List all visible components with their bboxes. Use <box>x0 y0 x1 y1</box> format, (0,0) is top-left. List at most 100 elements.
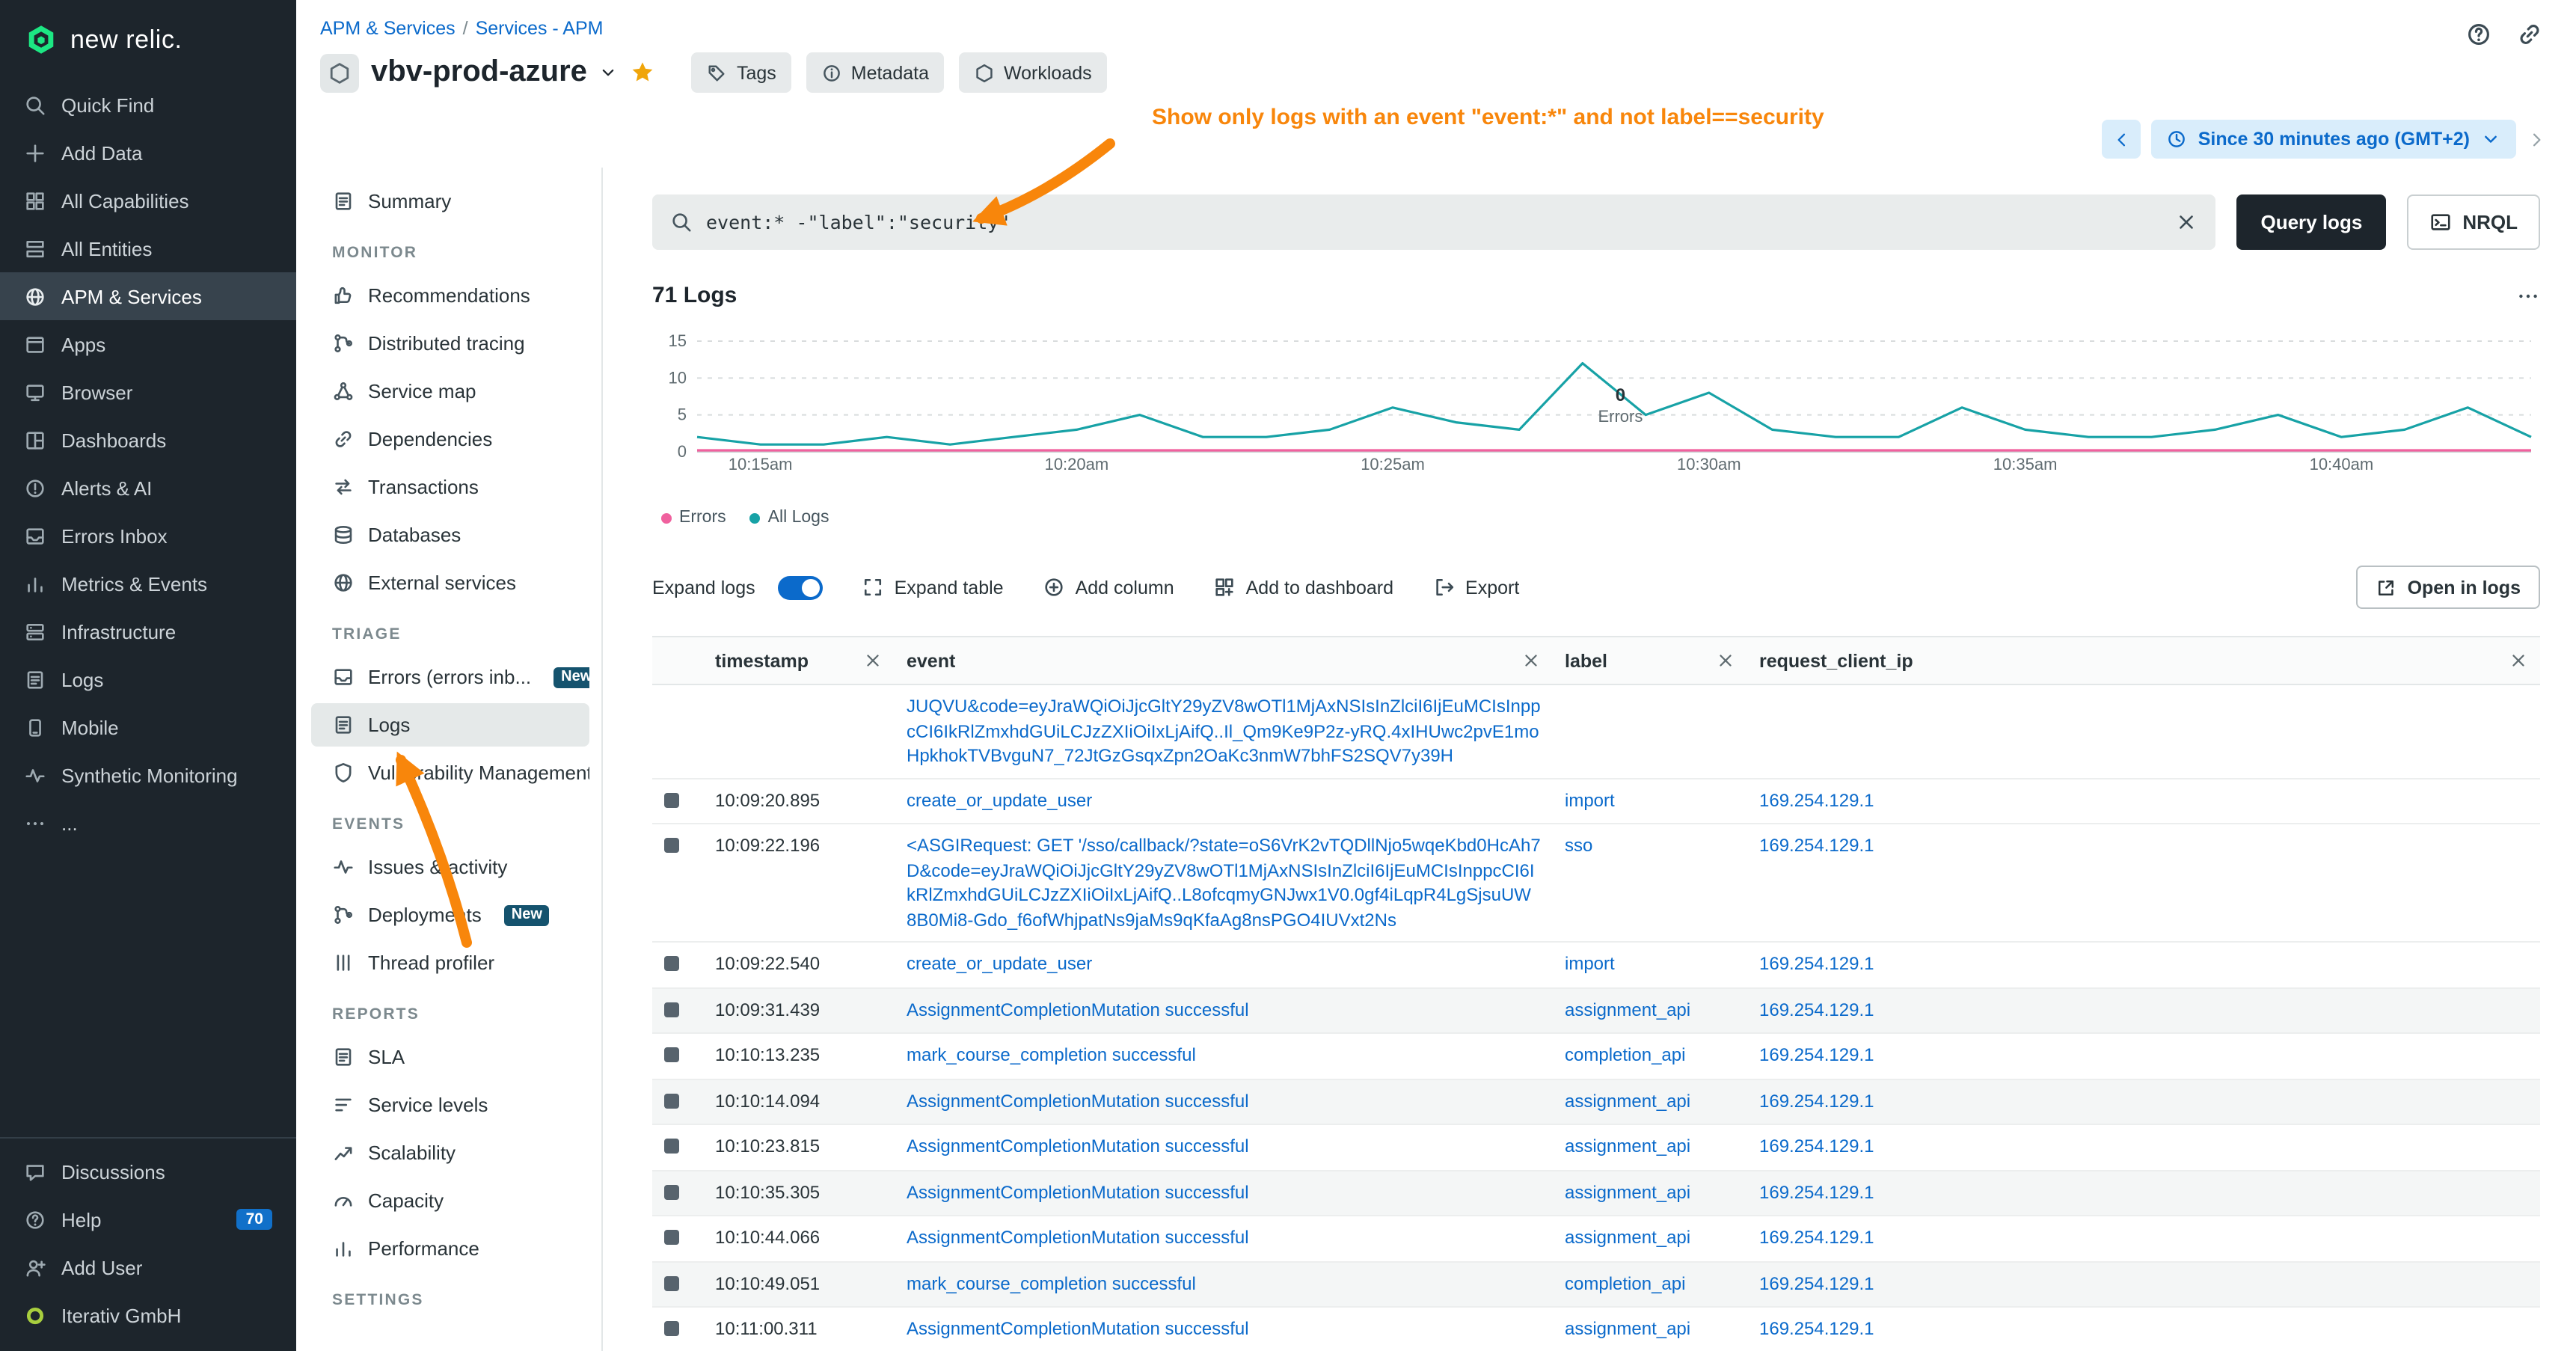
rail-item-apm-services[interactable]: APM & Services <box>0 272 296 320</box>
cell-event[interactable]: mark_course_completion successful <box>895 1261 1553 1307</box>
rail-item-dashboards[interactable]: Dashboards <box>0 416 296 464</box>
cell-event[interactable]: AssignmentCompletionMutation successful <box>895 987 1553 1033</box>
rail-item-synthetic-monitoring[interactable]: Synthetic Monitoring <box>0 751 296 799</box>
cell-event[interactable]: create_or_update_user <box>895 778 1553 824</box>
logs-query-input[interactable] <box>706 211 2162 233</box>
row-expand-icon[interactable] <box>664 1002 679 1017</box>
rail-item-errors-inbox[interactable]: Errors Inbox <box>0 512 296 560</box>
rail-item-metrics-events[interactable]: Metrics & Events <box>0 560 296 607</box>
cell-request_client_ip[interactable]: 169.254.129.1 <box>1747 942 2540 987</box>
cell-label[interactable]: assignment_api <box>1553 987 1747 1033</box>
subnav-item-external-services[interactable]: External services <box>311 561 589 604</box>
add-to-dashboard-button[interactable]: Add to dashboard <box>1213 576 1393 598</box>
cell-label[interactable]: completion_api <box>1553 1261 1747 1307</box>
workloads-button[interactable]: Workloads <box>959 52 1107 93</box>
time-back-button[interactable] <box>2103 120 2141 159</box>
subnav-item-service-levels[interactable]: Service levels <box>311 1083 589 1127</box>
subnav-item-issues-activity[interactable]: Issues & activity <box>311 845 589 889</box>
subnav-item-thread-profiler[interactable]: Thread profiler <box>311 941 589 984</box>
log-row[interactable]: 10:09:20.895create_or_update_userimport1… <box>652 778 2540 824</box>
subnav-item-databases[interactable]: Databases <box>311 513 589 557</box>
chart-options-icon[interactable] <box>2516 284 2540 307</box>
cell-event[interactable]: AssignmentCompletionMutation successful <box>895 1079 1553 1124</box>
remove-column-label-icon[interactable] <box>1716 651 1735 670</box>
row-expand-icon[interactable] <box>664 956 679 971</box>
cell-request_client_ip[interactable]: 169.254.129.1 <box>1747 1033 2540 1079</box>
breadcrumb-apm-services[interactable]: APM & Services <box>320 18 456 39</box>
cell-event[interactable]: JUQVU&code=eyJraWQiOiJjcGltY29yZV8wOTl1M… <box>895 684 1553 778</box>
remove-column-event-icon[interactable] <box>1521 651 1541 670</box>
rail-item-infrastructure[interactable]: Infrastructure <box>0 607 296 655</box>
clear-query-icon[interactable] <box>2175 211 2198 233</box>
breadcrumb-services-apm[interactable]: Services - APM <box>476 18 604 39</box>
log-row[interactable]: 10:10:23.815AssignmentCompletionMutation… <box>652 1124 2540 1170</box>
cell-event[interactable]: AssignmentCompletionMutation successful <box>895 1216 1553 1261</box>
remove-column-timestamp-icon[interactable] <box>863 651 883 670</box>
legend-errors[interactable]: Errors <box>661 509 726 527</box>
cell-request_client_ip[interactable]: 169.254.129.1 <box>1747 1079 2540 1124</box>
query-logs-button[interactable]: Query logs <box>2236 194 2386 250</box>
log-row[interactable]: JUQVU&code=eyJraWQiOiJjcGltY29yZV8wOTl1M… <box>652 684 2540 778</box>
expand-table-button[interactable]: Expand table <box>862 576 1004 598</box>
log-row[interactable]: 10:09:31.439AssignmentCompletionMutation… <box>652 987 2540 1033</box>
entity-switcher-chevron-icon[interactable] <box>599 63 619 82</box>
cell-request_client_ip[interactable]: 169.254.129.1 <box>1747 1124 2540 1170</box>
col-header-timestamp[interactable]: timestamp <box>703 637 895 684</box>
rail-item-quick-find[interactable]: Quick Find <box>0 81 296 129</box>
col-header-request_client_ip[interactable]: request_client_ip <box>1747 637 2540 684</box>
logs-query-bar[interactable] <box>652 194 2215 250</box>
permalink-icon[interactable] <box>2516 21 2543 48</box>
new-relic-logo[interactable]: new relic. <box>0 0 296 81</box>
cell-request_client_ip[interactable]: 169.254.129.1 <box>1747 778 2540 824</box>
rail-item-add-data[interactable]: Add Data <box>0 129 296 177</box>
cell-label[interactable]: assignment_api <box>1553 1079 1747 1124</box>
time-forward-button[interactable] <box>2527 129 2546 149</box>
rail-item-add-user[interactable]: Add User <box>0 1243 296 1291</box>
subnav-item-recommendations[interactable]: Recommendations <box>311 274 589 317</box>
rail-item-more[interactable]: ... <box>0 799 296 847</box>
cell-request_client_ip[interactable]: 169.254.129.1 <box>1747 987 2540 1033</box>
row-expand-icon[interactable] <box>664 1093 679 1108</box>
open-in-logs-button[interactable]: Open in logs <box>2357 566 2540 609</box>
cell-request_client_ip[interactable]: 169.254.129.1 <box>1747 1170 2540 1216</box>
export-button[interactable]: Export <box>1432 576 1519 598</box>
log-row[interactable]: 10:10:49.051mark_course_completion succe… <box>652 1261 2540 1307</box>
row-expand-icon[interactable] <box>664 1184 679 1199</box>
legend-all-logs[interactable]: All Logs <box>750 509 829 527</box>
cell-label[interactable]: assignment_api <box>1553 1170 1747 1216</box>
col-header-label[interactable]: label <box>1553 637 1747 684</box>
rail-item-iterativ-gmbh[interactable]: Iterativ GmbH <box>0 1291 296 1339</box>
subnav-item-performance[interactable]: Performance <box>311 1227 589 1270</box>
subnav-item-deployments[interactable]: DeploymentsNew <box>311 893 589 937</box>
subnav-item-vulnerability-management[interactable]: Vulnerability Management <box>311 751 589 794</box>
cell-request_client_ip[interactable]: 169.254.129.1 <box>1747 1307 2540 1351</box>
row-expand-icon[interactable] <box>664 1321 679 1336</box>
cell-event[interactable]: mark_course_completion successful <box>895 1033 1553 1079</box>
expand-logs-toggle[interactable] <box>778 575 823 599</box>
subnav-item-transactions[interactable]: Transactions <box>311 465 589 509</box>
subnav-item-scalability[interactable]: Scalability <box>311 1131 589 1174</box>
nrql-button[interactable]: NRQL <box>2407 194 2540 250</box>
cell-request_client_ip[interactable]: 169.254.129.1 <box>1747 824 2540 942</box>
cell-label[interactable]: assignment_api <box>1553 1124 1747 1170</box>
log-row[interactable]: 10:09:22.196<ASGIRequest: GET '/sso/call… <box>652 824 2540 942</box>
cell-event[interactable]: AssignmentCompletionMutation successful <box>895 1170 1553 1216</box>
row-expand-icon[interactable] <box>664 1139 679 1154</box>
rail-item-all-entities[interactable]: All Entities <box>0 224 296 272</box>
rail-item-mobile[interactable]: Mobile <box>0 703 296 751</box>
cell-request_client_ip[interactable]: 169.254.129.1 <box>1747 1261 2540 1307</box>
rail-item-logs[interactable]: Logs <box>0 655 296 703</box>
rail-item-browser[interactable]: Browser <box>0 368 296 416</box>
col-header-event[interactable]: event <box>895 637 1553 684</box>
cell-event[interactable]: AssignmentCompletionMutation successful <box>895 1307 1553 1351</box>
cell-label[interactable]: completion_api <box>1553 1033 1747 1079</box>
cell-label[interactable]: import <box>1553 942 1747 987</box>
tags-button[interactable]: Tags <box>692 52 791 93</box>
log-row[interactable]: 10:10:44.066AssignmentCompletionMutation… <box>652 1216 2540 1261</box>
rail-item-discussions[interactable]: Discussions <box>0 1148 296 1195</box>
rail-item-apps[interactable]: Apps <box>0 320 296 368</box>
logs-timeline-chart[interactable]: 05101510:15am10:20am10:25am10:30am10:35a… <box>652 323 2540 473</box>
favorite-star-icon[interactable] <box>631 60 656 85</box>
cell-event[interactable]: <ASGIRequest: GET '/sso/callback/?state=… <box>895 824 1553 942</box>
subnav-item-service-map[interactable]: Service map <box>311 370 589 413</box>
